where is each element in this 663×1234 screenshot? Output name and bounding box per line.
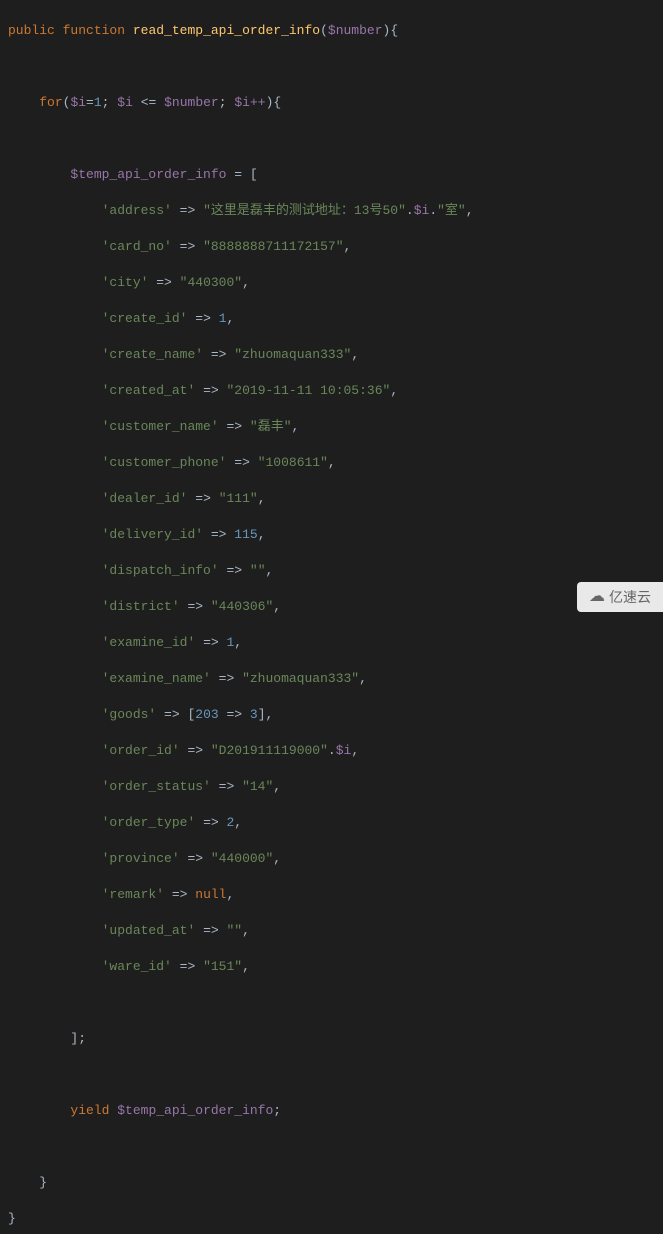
code-line: 'card_no' => "8888888711172157", xyxy=(0,238,663,256)
code-line: 'create_name' => "zhuomaquan333", xyxy=(0,346,663,364)
code-line: 'updated_at' => "", xyxy=(0,922,663,940)
code-line xyxy=(0,130,663,148)
code-line: 'customer_name' => "磊丰", xyxy=(0,418,663,436)
code-line xyxy=(0,1066,663,1084)
code-line: 'ware_id' => "151", xyxy=(0,958,663,976)
code-line: } xyxy=(0,1174,663,1192)
watermark-text: 亿速云 xyxy=(609,588,651,606)
code-line: 'order_id' => "D201911119000".$i, xyxy=(0,742,663,760)
code-line: $temp_api_order_info = [ xyxy=(0,166,663,184)
code-line: for($i=1; $i <= $number; $i++){ xyxy=(0,94,663,112)
code-line: 'order_type' => 2, xyxy=(0,814,663,832)
code-line: public function read_temp_api_order_info… xyxy=(0,22,663,40)
keyword-yield: yield xyxy=(70,1103,109,1118)
code-line xyxy=(0,58,663,76)
keyword-public: public xyxy=(8,23,55,38)
code-line: 'goods' => [203 => 3], xyxy=(0,706,663,724)
code-line: 'create_id' => 1, xyxy=(0,310,663,328)
code-line: 'examine_id' => 1, xyxy=(0,634,663,652)
code-line: 'dispatch_info' => "", xyxy=(0,562,663,580)
code-line: 'dealer_id' => "111", xyxy=(0,490,663,508)
code-line: } xyxy=(0,1210,663,1228)
code-line: 'delivery_id' => 115, xyxy=(0,526,663,544)
keyword-function: function xyxy=(63,23,125,38)
keyword-for: for xyxy=(39,95,62,110)
code-line: 'customer_phone' => "1008611", xyxy=(0,454,663,472)
code-line: 'order_status' => "14", xyxy=(0,778,663,796)
code-line: 'examine_name' => "zhuomaquan333", xyxy=(0,670,663,688)
watermark: ☁ 亿速云 xyxy=(577,582,663,612)
code-line: ]; xyxy=(0,1030,663,1048)
param-var: $number xyxy=(328,23,383,38)
code-line: yield $temp_api_order_info; xyxy=(0,1102,663,1120)
code-line: 'city' => "440300", xyxy=(0,274,663,292)
function-name: read_temp_api_order_info xyxy=(133,23,320,38)
code-line xyxy=(0,1138,663,1156)
code-line xyxy=(0,994,663,1012)
code-editor[interactable]: public function read_temp_api_order_info… xyxy=(0,0,663,1234)
code-line: 'created_at' => "2019-11-11 10:05:36", xyxy=(0,382,663,400)
cloud-icon: ☁ xyxy=(589,588,605,606)
code-line: 'remark' => null, xyxy=(0,886,663,904)
code-line: 'district' => "440306", xyxy=(0,598,663,616)
code-line: 'province' => "440000", xyxy=(0,850,663,868)
code-line: 'address' => "这里是磊丰的测试地址：13号50".$i."室", xyxy=(0,202,663,220)
